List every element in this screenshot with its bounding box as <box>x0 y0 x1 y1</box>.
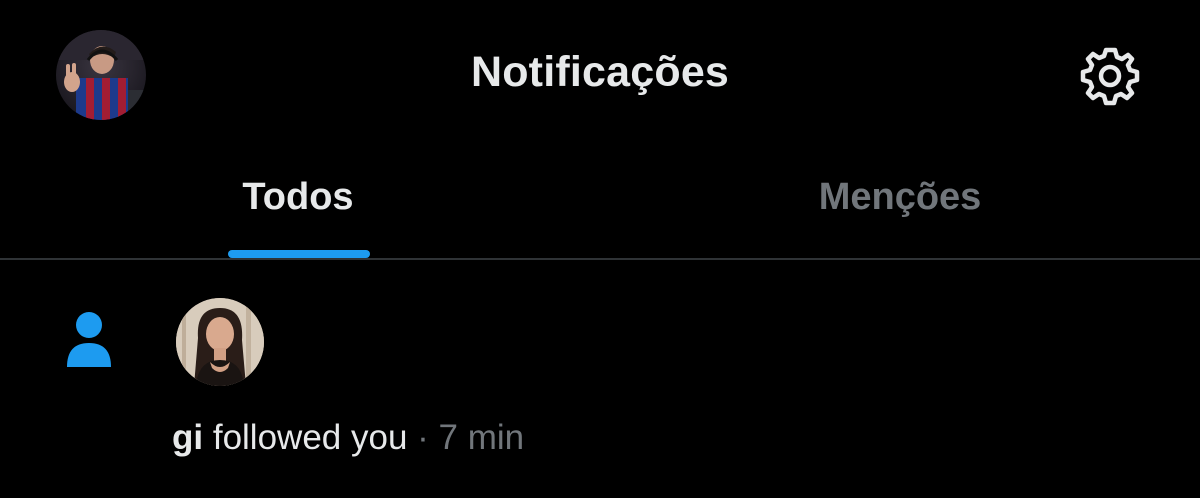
tab-mencoes[interactable]: Menções <box>600 150 1200 260</box>
notification-time: 7 min <box>438 418 525 457</box>
notification-text: gi followed you · 7 min <box>172 418 524 458</box>
tab-todos[interactable]: Todos <box>0 150 600 260</box>
gear-icon[interactable] <box>1078 44 1142 108</box>
tab-label: Todos <box>242 176 354 218</box>
separator-dot: · <box>417 418 429 457</box>
notification-item[interactable]: gi followed you · 7 min <box>0 260 1200 498</box>
person-icon <box>64 310 114 370</box>
follower-name[interactable]: gi <box>172 418 203 457</box>
active-tab-indicator <box>228 250 370 258</box>
tab-bar: Todos Menções <box>0 150 1200 260</box>
follower-avatar[interactable] <box>176 298 264 386</box>
tab-label: Menções <box>818 176 982 218</box>
page-title: Notificações <box>470 48 730 96</box>
top-bar: Notificações <box>0 0 1200 150</box>
notification-action: followed you <box>212 418 408 457</box>
notifications-page: Notificações Todos Menções gi followed y… <box>0 0 1200 498</box>
